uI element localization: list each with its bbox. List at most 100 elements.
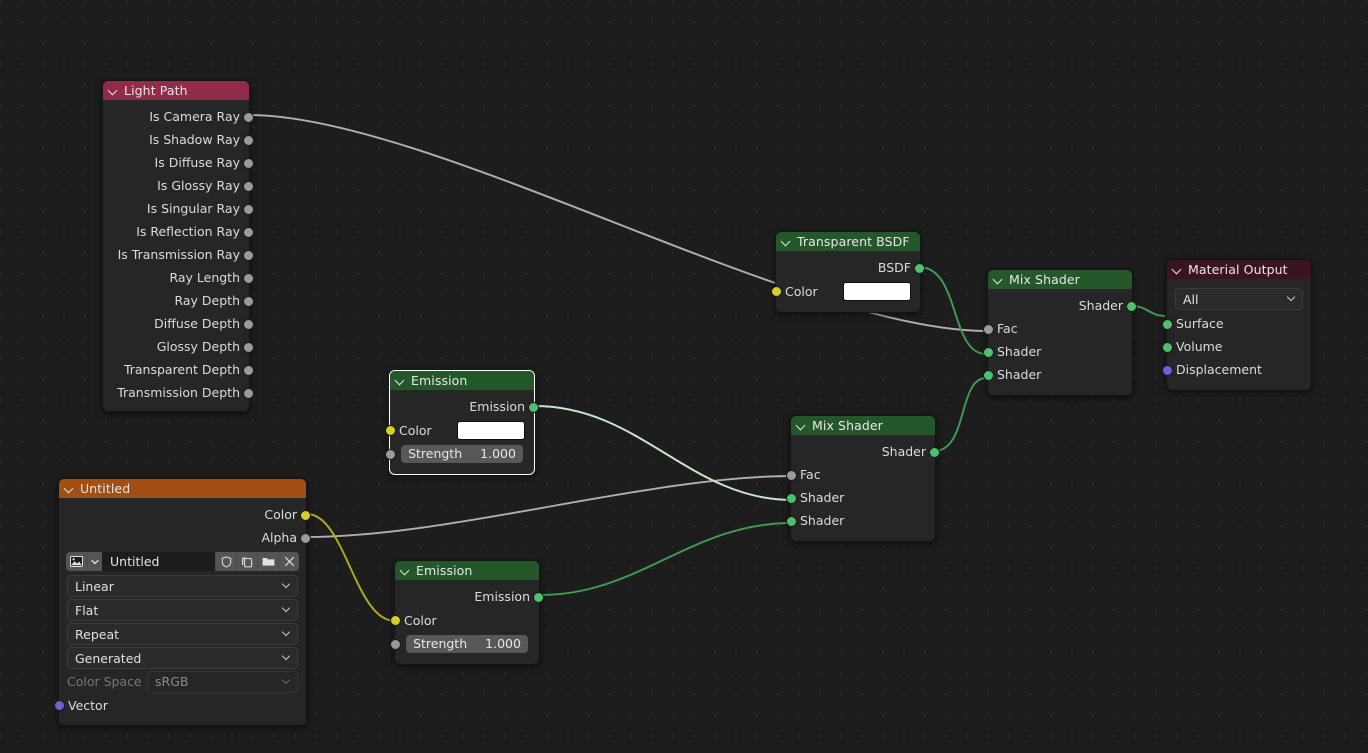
- socket-row-output[interactable]: Is Singular Ray: [103, 197, 254, 220]
- socket-row-shader2-input[interactable]: Shader: [786, 509, 935, 532]
- output-socket-alpha[interactable]: [300, 532, 311, 544]
- image-datablock-row[interactable]: Untitled: [66, 552, 299, 571]
- socket-row-color-input[interactable]: Color: [771, 279, 920, 303]
- output-socket[interactable]: [243, 387, 254, 399]
- strength-slider[interactable]: Strength 1.000: [401, 444, 523, 463]
- input-socket-color[interactable]: [390, 615, 401, 626]
- socket-row-volume-input[interactable]: Volume: [1162, 335, 1311, 358]
- node-header-emission-bottom[interactable]: Emission: [395, 561, 539, 580]
- input-socket-fac[interactable]: [983, 323, 994, 335]
- output-socket-shader[interactable]: [929, 446, 940, 458]
- socket-row-fac-input[interactable]: Fac: [786, 463, 935, 486]
- socket-row-emission-output[interactable]: Emission: [390, 395, 539, 418]
- output-socket[interactable]: [243, 134, 254, 146]
- input-socket-shader-1[interactable]: [786, 492, 797, 504]
- socket-row-color-output[interactable]: Color: [59, 503, 311, 526]
- socket-row-displacement-input[interactable]: Displacement: [1162, 358, 1311, 381]
- output-socket[interactable]: [243, 295, 254, 307]
- output-socket-shader[interactable]: [1126, 300, 1137, 312]
- socket-row-output[interactable]: Ray Length: [103, 266, 254, 289]
- socket-row-shader-output[interactable]: Shader: [791, 440, 940, 463]
- socket-row-color-input[interactable]: Color: [390, 608, 539, 632]
- node-transparent-bsdf[interactable]: Transparent BSDF BSDF Color: [771, 231, 925, 313]
- socket-row-shader1-input[interactable]: Shader: [786, 486, 935, 509]
- node-header-image-texture[interactable]: Untitled: [59, 479, 306, 498]
- socket-row-output[interactable]: Ray Depth: [103, 289, 254, 312]
- shield-icon[interactable]: [215, 552, 236, 571]
- folder-icon[interactable]: [257, 552, 278, 571]
- socket-row-emission-output[interactable]: Emission: [395, 585, 544, 608]
- node-mix-shader-top[interactable]: Mix Shader Shader Fac Shader Shader: [983, 269, 1137, 396]
- node-header-emission-top[interactable]: Emission: [390, 371, 534, 390]
- socket-row-bsdf-output[interactable]: BSDF: [776, 256, 925, 279]
- input-socket-color[interactable]: [385, 425, 396, 436]
- chevron-down-icon[interactable]: [994, 275, 1003, 284]
- close-icon[interactable]: [278, 552, 299, 571]
- target-dropdown[interactable]: All: [1175, 288, 1303, 310]
- input-socket-vector[interactable]: [54, 700, 65, 711]
- input-socket-surface[interactable]: [1162, 318, 1173, 330]
- output-socket-bsdf[interactable]: [914, 262, 925, 274]
- socket-row-output[interactable]: Is Shadow Ray: [103, 128, 254, 151]
- input-socket-volume[interactable]: [1162, 341, 1173, 353]
- socket-row-strength-input[interactable]: Strength 1.000: [390, 632, 539, 655]
- source-dropdown[interactable]: Generated: [67, 647, 298, 669]
- socket-row-output[interactable]: Is Transmission Ray: [103, 243, 254, 266]
- socket-row-shader1-input[interactable]: Shader: [983, 340, 1132, 363]
- socket-row-output[interactable]: Is Diffuse Ray: [103, 151, 254, 174]
- image-browse-chevron-icon[interactable]: [87, 552, 102, 571]
- chevron-down-icon[interactable]: [1173, 265, 1182, 274]
- socket-row-shader2-input[interactable]: Shader: [983, 363, 1132, 386]
- node-header-mix-shader-top[interactable]: Mix Shader: [988, 270, 1132, 289]
- output-socket[interactable]: [243, 203, 254, 215]
- chevron-down-icon[interactable]: [797, 421, 806, 430]
- projection-dropdown[interactable]: Flat: [67, 599, 298, 621]
- output-socket[interactable]: [243, 157, 254, 169]
- node-light-path[interactable]: Light Path Is Camera Ray Is Shadow Ray I…: [102, 80, 254, 412]
- socket-row-shader-output[interactable]: Shader: [988, 294, 1137, 317]
- input-socket-fac[interactable]: [786, 469, 797, 481]
- node-emission-top[interactable]: Emission Emission Color Strength 1.000: [385, 370, 539, 475]
- node-image-texture[interactable]: Untitled Color Alpha Untitled Linear Fla…: [54, 478, 311, 726]
- node-header-mix-shader-bottom[interactable]: Mix Shader: [791, 416, 935, 435]
- input-socket-shader-1[interactable]: [983, 346, 994, 358]
- input-socket-shader-2[interactable]: [786, 515, 797, 527]
- socket-row-output[interactable]: Diffuse Depth: [103, 312, 254, 335]
- socket-row-color-input[interactable]: Color: [385, 418, 534, 442]
- output-socket[interactable]: [243, 249, 254, 261]
- output-socket-emission[interactable]: [533, 591, 544, 603]
- socket-row-output[interactable]: Is Reflection Ray: [103, 220, 254, 243]
- image-name-field[interactable]: Untitled: [102, 552, 215, 571]
- output-socket-emission[interactable]: [528, 401, 539, 413]
- socket-row-surface-input[interactable]: Surface: [1162, 312, 1311, 335]
- extension-dropdown[interactable]: Repeat: [67, 623, 298, 645]
- duplicate-icon[interactable]: [236, 552, 257, 571]
- node-material-output[interactable]: Material Output All Surface Volume Displ…: [1162, 259, 1312, 391]
- output-socket[interactable]: [243, 272, 254, 284]
- socket-row-strength-input[interactable]: Strength 1.000: [385, 442, 534, 465]
- chevron-down-icon[interactable]: [401, 566, 410, 575]
- socket-row-vector-input[interactable]: Vector: [54, 694, 306, 716]
- output-socket[interactable]: [243, 180, 254, 192]
- color-swatch[interactable]: [843, 281, 911, 301]
- color-swatch[interactable]: [457, 420, 525, 440]
- socket-row-output[interactable]: Transmission Depth: [103, 381, 254, 404]
- node-header-material-output[interactable]: Material Output: [1167, 260, 1311, 279]
- chevron-down-icon[interactable]: [396, 376, 405, 385]
- chevron-down-icon[interactable]: [109, 86, 118, 95]
- node-header-light-path[interactable]: Light Path: [103, 81, 249, 100]
- interpolation-dropdown[interactable]: Linear: [67, 575, 298, 597]
- input-socket-color[interactable]: [771, 286, 782, 297]
- socket-row-output[interactable]: Is Glossy Ray: [103, 174, 254, 197]
- output-socket-color[interactable]: [300, 509, 311, 521]
- output-socket[interactable]: [243, 341, 254, 353]
- socket-row-output[interactable]: Transparent Depth: [103, 358, 254, 381]
- socket-row-fac-input[interactable]: Fac: [983, 317, 1132, 340]
- socket-row-output[interactable]: Glossy Depth: [103, 335, 254, 358]
- input-socket-shader-2[interactable]: [983, 369, 994, 381]
- node-header-transparent-bsdf[interactable]: Transparent BSDF: [776, 232, 920, 251]
- output-socket[interactable]: [243, 111, 254, 123]
- image-browse-icon[interactable]: [66, 552, 87, 571]
- socket-row-output[interactable]: Is Camera Ray: [103, 105, 254, 128]
- output-socket[interactable]: [243, 364, 254, 376]
